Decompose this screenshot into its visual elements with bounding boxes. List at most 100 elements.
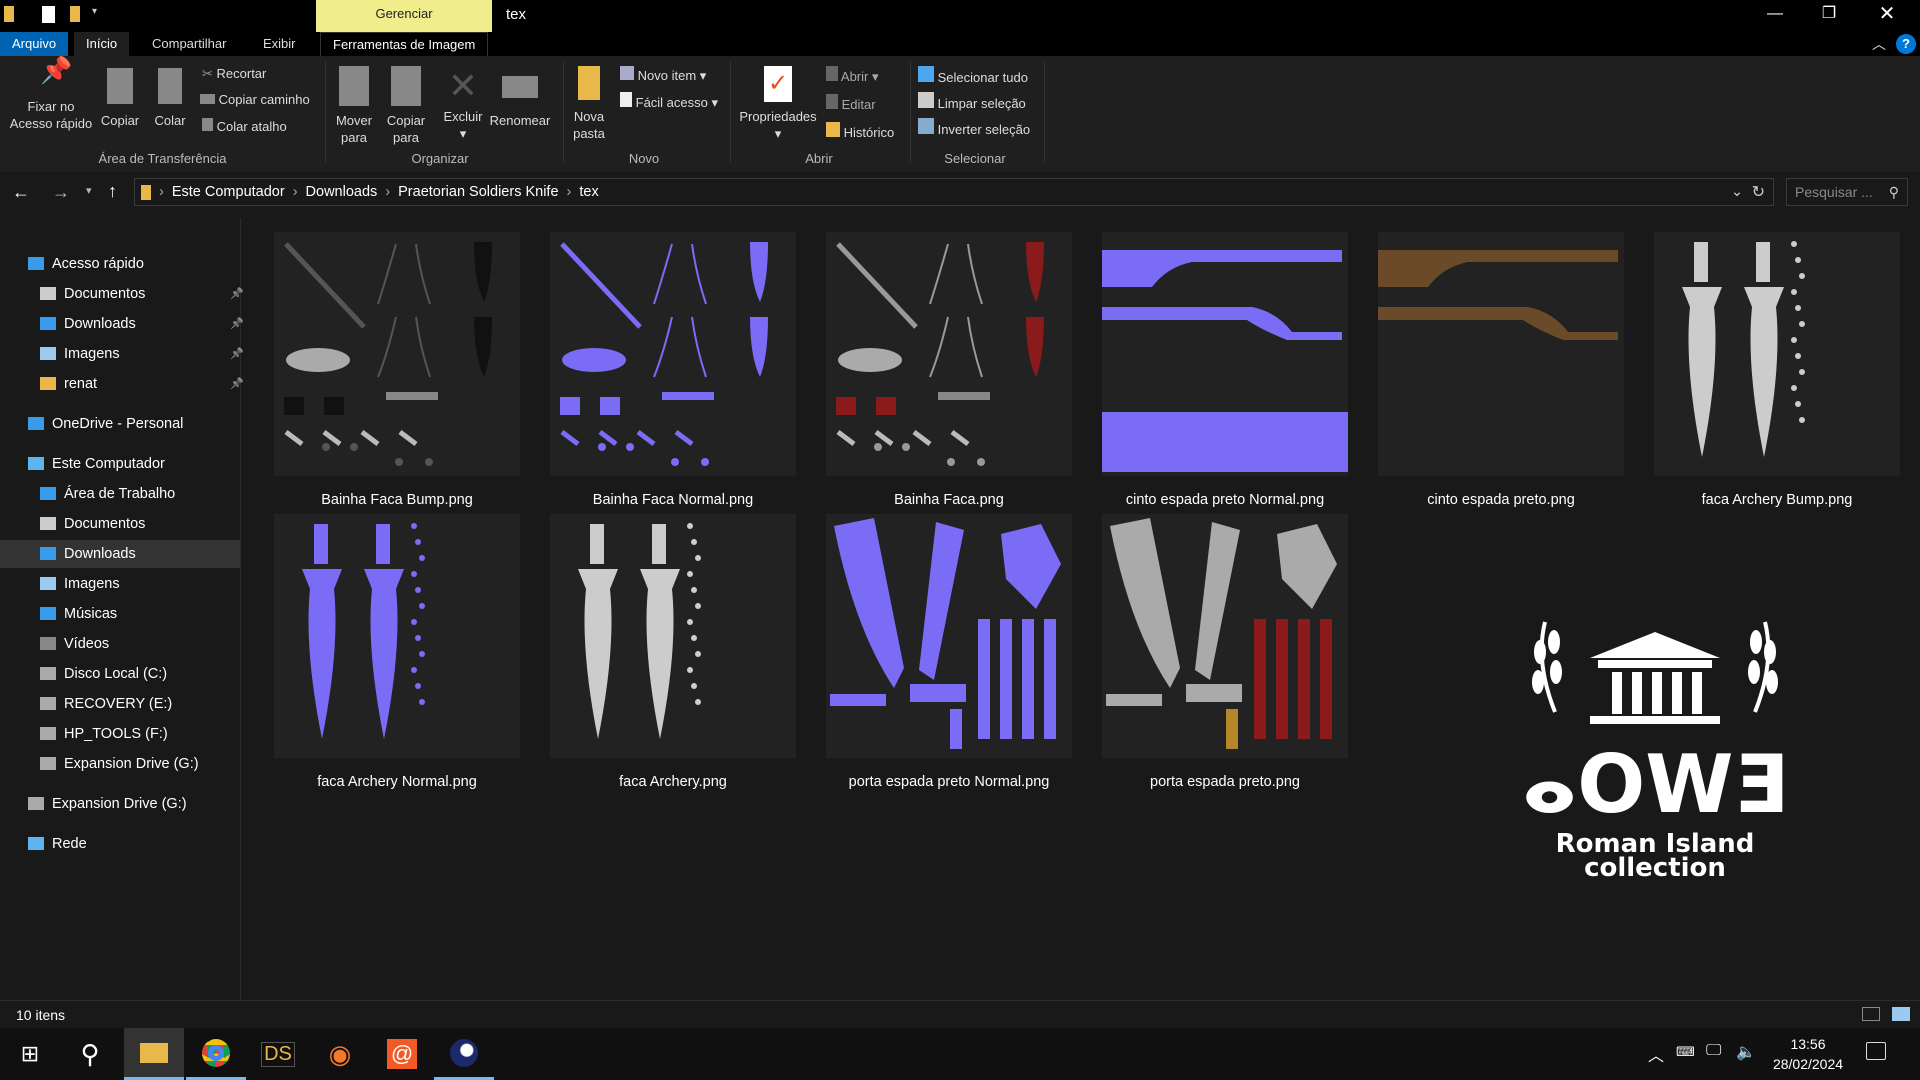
notifications-button[interactable] — [1866, 1042, 1886, 1060]
sidebar-item[interactable]: Documentos — [40, 510, 145, 538]
sidebar-item[interactable]: Downloads — [0, 540, 240, 568]
network-icon[interactable]: 🖵 — [1706, 1042, 1721, 1060]
tab-ferramentas-imagem[interactable]: Ferramentas de Imagem — [320, 32, 489, 56]
file-name[interactable]: faca Archery Bump.png — [1639, 492, 1915, 508]
file-name[interactable]: faca Archery.png — [535, 774, 811, 790]
new-folder-button[interactable]: Nova pasta — [568, 66, 610, 142]
taskbar-file-explorer[interactable] — [124, 1028, 184, 1080]
file-name[interactable]: faca Archery Normal.png — [259, 774, 535, 790]
file-name[interactable]: cinto espada preto Normal.png — [1087, 492, 1363, 508]
file-name[interactable]: porta espada preto.png — [1087, 774, 1363, 790]
sidebar-item[interactable]: Expansion Drive (G:) — [28, 790, 187, 818]
start-button[interactable]: ⊞ — [0, 1028, 60, 1080]
history-button[interactable]: Histórico — [826, 122, 894, 140]
file-thumbnail[interactable] — [274, 232, 520, 476]
file-thumbnail[interactable] — [274, 514, 520, 758]
sidebar-item[interactable]: Downloads 📌 — [40, 310, 244, 338]
file-thumbnail[interactable] — [1102, 232, 1348, 476]
taskbar-houdini[interactable]: @ — [372, 1028, 432, 1080]
sidebar-item[interactable]: HP_TOOLS (F:) — [40, 720, 168, 748]
new-folder-qa-icon[interactable] — [70, 6, 80, 22]
maximize-button[interactable]: ❐ — [1806, 0, 1852, 30]
help-icon[interactable]: ? — [1896, 34, 1916, 54]
pin-quick-access-button[interactable]: 📌 Fixar no Acesso rápido — [6, 57, 96, 132]
taskbar-daz-studio[interactable]: DS — [248, 1028, 308, 1080]
properties-qa-icon[interactable] — [42, 6, 55, 23]
file-thumbnail[interactable] — [550, 232, 796, 476]
file-thumbnail[interactable] — [1102, 514, 1348, 758]
paste-button[interactable]: Colar — [148, 68, 192, 129]
properties-button[interactable]: ✓ Propriedades ▾ — [736, 66, 820, 142]
input-indicator-icon[interactable]: ⌨ — [1676, 1044, 1695, 1060]
refresh-icon[interactable]: ↻ — [1752, 182, 1765, 202]
file-thumbnail[interactable] — [1378, 232, 1624, 476]
recent-dropdown[interactable]: ▾ — [86, 184, 92, 197]
file-thumbnail[interactable] — [550, 514, 796, 758]
edit-button[interactable]: Editar — [826, 94, 876, 112]
sidebar-item[interactable]: Área de Trabalho — [40, 480, 175, 508]
sidebar-item[interactable]: RECOVERY (E:) — [40, 690, 172, 718]
sidebar-item[interactable]: Imagens — [40, 570, 120, 598]
clock[interactable]: 13:56 28/02/2024 — [1766, 1034, 1850, 1074]
minimize-button[interactable]: — — [1752, 0, 1798, 30]
breadcrumb-item[interactable]: Downloads — [306, 184, 378, 200]
easy-access-button[interactable]: Fácil acesso ▾ — [620, 92, 718, 111]
address-dropdown-icon[interactable]: ⌄ — [1731, 184, 1743, 200]
large-icons-view-button[interactable] — [1892, 1007, 1910, 1021]
move-to-button[interactable]: Mover para — [330, 66, 378, 146]
file-name[interactable]: Bainha Faca Bump.png — [259, 492, 535, 508]
search-button[interactable]: ⚲ — [60, 1028, 120, 1080]
sidebar-item[interactable]: Rede — [28, 830, 87, 858]
file-thumbnail[interactable] — [1654, 232, 1900, 476]
copy-button[interactable]: Copiar — [98, 68, 142, 129]
sidebar-item[interactable]: Disco Local (C:) — [40, 660, 167, 688]
tab-compartilhar[interactable]: Compartilhar — [140, 32, 238, 56]
collapse-ribbon-button[interactable]: ︿ — [1872, 34, 1886, 54]
up-button[interactable]: ↑ — [108, 181, 117, 202]
tab-inicio[interactable]: Início — [74, 32, 130, 56]
sidebar-item[interactable]: OneDrive - Personal — [28, 410, 183, 438]
breadcrumb-item[interactable]: Praetorian Soldiers Knife — [398, 184, 558, 200]
back-button[interactable]: ← — [12, 182, 30, 203]
tab-exibir[interactable]: Exibir — [251, 32, 308, 56]
invert-selection-button[interactable]: Inverter seleção — [918, 118, 1030, 137]
file-name[interactable]: cinto espada preto.png — [1363, 492, 1639, 508]
new-item-button[interactable]: Novo item ▾ — [620, 66, 706, 84]
breadcrumb-item[interactable]: Este Computador — [172, 184, 285, 200]
file-thumbnail[interactable] — [826, 514, 1072, 758]
close-button[interactable]: ✕ — [1864, 0, 1910, 30]
sidebar-item[interactable]: Expansion Drive (G:) — [40, 750, 199, 778]
file-name[interactable]: porta espada preto Normal.png — [811, 774, 1087, 790]
paste-shortcut-button[interactable]: Colar atalho — [202, 118, 287, 134]
address-bar[interactable]: › Este Computador › Downloads › Praetorian… — [134, 178, 1774, 206]
tab-arquivo[interactable]: Arquivo — [0, 32, 69, 56]
sidebar-item[interactable]: Imagens 📌 — [40, 340, 244, 368]
copy-to-button[interactable]: Copiar para — [382, 66, 430, 146]
taskbar-blender[interactable]: ◉ — [310, 1028, 370, 1080]
sidebar-item[interactable]: renat 📌 — [40, 370, 244, 398]
file-thumbnail[interactable] — [826, 232, 1072, 476]
sidebar-item[interactable]: Vídeos — [40, 630, 109, 658]
file-name[interactable]: Bainha Faca Normal.png — [535, 492, 811, 508]
select-all-button[interactable]: Selecionar tudo — [918, 66, 1028, 85]
taskbar-chrome[interactable] — [186, 1028, 246, 1080]
file-name[interactable]: Bainha Faca.png — [811, 492, 1087, 508]
open-button[interactable]: Abrir ▾ — [826, 66, 879, 85]
forward-button[interactable]: → — [52, 182, 70, 203]
sidebar-item[interactable]: Este Computador — [28, 450, 165, 478]
sidebar-item[interactable]: Músicas — [40, 600, 117, 628]
volume-icon[interactable]: 🔈 — [1736, 1042, 1756, 1062]
taskbar-cinema4d[interactable] — [434, 1028, 494, 1080]
sidebar-item[interactable]: Acesso rápido — [28, 250, 144, 278]
rename-button[interactable]: Renomear — [486, 66, 554, 129]
breadcrumb-item[interactable]: tex — [579, 184, 598, 200]
search-input[interactable]: Pesquisar ... ⚲ — [1786, 178, 1908, 206]
sidebar-item[interactable]: Documentos 📌 — [40, 280, 244, 308]
details-view-button[interactable] — [1862, 1007, 1880, 1021]
tray-overflow-button[interactable]: ︿ — [1648, 1042, 1664, 1066]
customize-qa-icon[interactable]: ▾ — [92, 6, 97, 17]
delete-button[interactable]: ✕ Excluir ▾ — [440, 66, 486, 142]
select-none-button[interactable]: Limpar seleção — [918, 92, 1026, 111]
cut-button[interactable]: ✂ Recortar — [202, 66, 266, 82]
copy-path-button[interactable]: Copiar caminho — [200, 92, 310, 107]
